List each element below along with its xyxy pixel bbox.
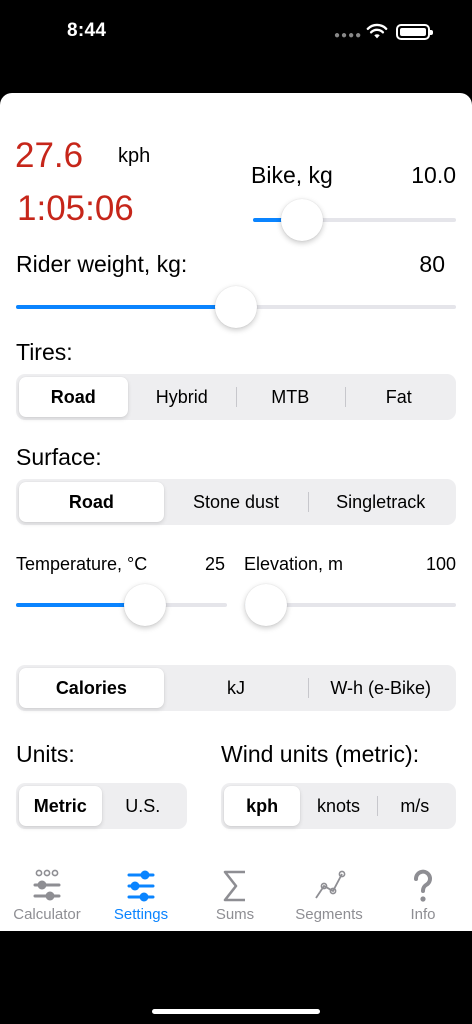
elevation-slider[interactable] [245, 584, 456, 626]
tires-option[interactable]: Fat [344, 377, 454, 417]
rider-weight-slider-fill [16, 305, 236, 309]
surface-label: Surface: [16, 444, 102, 470]
temperature-slider-thumb[interactable] [123, 584, 166, 626]
temperature-label: Temperature, °C [16, 554, 148, 574]
rider-weight-slider[interactable] [16, 286, 456, 328]
elevation-slider-thumb[interactable] [245, 584, 288, 626]
surface-segmented-control[interactable]: Road Stone dust Singletrack [16, 479, 456, 525]
surface-option[interactable]: Singletrack [308, 482, 453, 522]
time-value: 1:05:06 [17, 189, 134, 228]
energy-units-segmented-control[interactable]: Calories kJ W-h (e-Bike) [16, 665, 456, 711]
rider-weight-value: 80 [419, 251, 445, 277]
wifi-icon [366, 23, 388, 39]
surface-option[interactable]: Road [19, 482, 164, 522]
surface-option[interactable]: Stone dust [164, 482, 309, 522]
bike-weight-label: Bike, kg [251, 162, 333, 188]
calculator-icon [33, 869, 61, 901]
tab-sums[interactable]: Sums [188, 868, 282, 923]
battery-icon [396, 24, 433, 40]
settings-sliders-icon [127, 870, 155, 902]
wind-units-option[interactable]: kph [224, 786, 301, 826]
tires-option[interactable]: Road [19, 377, 128, 417]
tab-segments-label: Segments [295, 906, 363, 923]
sigma-icon [223, 870, 245, 902]
question-icon [414, 869, 432, 902]
tab-info[interactable]: Info [376, 868, 470, 923]
rider-weight-label: Rider weight, kg: [16, 251, 188, 277]
home-indicator [152, 1009, 320, 1014]
units-segmented-control[interactable]: Metric U.S. [16, 783, 187, 829]
tires-option[interactable]: Hybrid [128, 377, 237, 417]
status-time: 8:44 [67, 20, 107, 41]
temperature-value: 25 [205, 554, 226, 574]
temperature-slider[interactable] [16, 584, 227, 626]
bike-weight-slider[interactable] [253, 199, 456, 241]
bike-weight-value: 10.0 [411, 162, 456, 188]
wind-units-label: Wind units (metric): [221, 741, 420, 767]
elevation-label: Elevation, m [244, 554, 344, 574]
tab-settings[interactable]: Settings [94, 868, 188, 923]
energy-option[interactable]: W-h (e-Bike) [308, 668, 453, 708]
tab-segments[interactable]: Segments [282, 868, 376, 923]
wind-units-segmented-control[interactable]: kph knots m/s [221, 783, 456, 829]
speed-value: 27.6 [15, 136, 84, 175]
segments-graph-icon [315, 870, 346, 899]
rider-weight-slider-thumb[interactable] [215, 286, 257, 328]
energy-option[interactable]: kJ [164, 668, 309, 708]
units-option[interactable]: Metric [19, 786, 102, 826]
wind-units-option[interactable]: knots [300, 786, 376, 826]
settings-sheet: 27.6 kph 1:05:06 Bike, kg 10.0 Rider wei… [0, 93, 472, 931]
units-option[interactable]: U.S. [102, 786, 185, 826]
tab-bar: Calculator Settings Sums Segments Info [0, 860, 472, 930]
status-bar: 8:44 ●●●● [0, 0, 472, 70]
wind-units-option[interactable]: m/s [376, 786, 453, 826]
tab-info-label: Info [410, 906, 436, 923]
energy-option[interactable]: Calories [19, 668, 164, 708]
tab-calculator[interactable]: Calculator [0, 868, 94, 923]
tab-settings-label: Settings [113, 906, 169, 923]
units-label: Units: [16, 741, 75, 767]
tab-sums-label: Sums [215, 906, 255, 923]
tires-option[interactable]: MTB [236, 377, 345, 417]
tab-calculator-label: Calculator [13, 906, 81, 923]
speed-unit: kph [118, 145, 151, 167]
signal-icon: ●●●● [334, 30, 363, 41]
elevation-value: 100 [425, 554, 456, 574]
tires-segmented-control[interactable]: Road Hybrid MTB Fat [16, 374, 456, 420]
tires-label: Tires: [16, 339, 73, 365]
bike-weight-slider-thumb[interactable] [280, 199, 323, 241]
